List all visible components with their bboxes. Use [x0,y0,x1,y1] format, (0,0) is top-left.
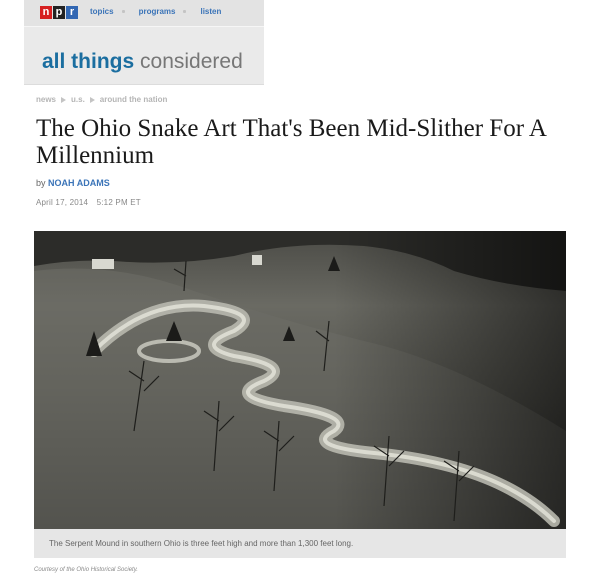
serpent-mound-photo[interactable] [34,231,566,529]
byline-prefix: by [36,178,46,188]
npr-logo-letter-p: p [53,6,65,19]
nav-programs[interactable]: programs [139,7,176,16]
nav-listen[interactable]: listen [200,7,221,16]
publish-date: April 17, 2014 [36,198,89,207]
breadcrumb-arrow-icon [61,96,67,103]
author-link[interactable]: NOAH ADAMS [48,178,110,188]
npr-top-bar: n p r topics programs listen [24,0,264,27]
program-title-bold: all things [42,50,135,73]
dateline: April 17, 2014 5:12 PM ET [36,198,141,207]
publish-time: 5:12 PM ET [96,198,141,207]
top-nav: topics programs listen [90,7,221,16]
breadcrumb-around-the-nation[interactable]: around the nation [100,95,168,104]
breadcrumb-arrow-icon [89,96,95,103]
photo-caption: The Serpent Mound in southern Ohio is th… [34,529,566,558]
breadcrumb-us[interactable]: u.s. [71,95,85,104]
byline: by NOAH ADAMS [36,178,110,188]
breadcrumb: news u.s. around the nation [36,95,167,104]
article-headline: The Ohio Snake Art That's Been Mid-Slith… [36,115,546,169]
nav-separator [121,10,125,13]
npr-logo-letter-n: n [40,6,52,19]
nav-separator [183,10,187,13]
program-title-rest: considered [140,50,243,73]
aerial-landscape-image [34,231,566,529]
masthead: n p r topics programs listen all things … [24,0,264,85]
nav-topics[interactable]: topics [90,7,114,16]
breadcrumb-news[interactable]: news [36,95,56,104]
npr-logo-letter-r: r [66,6,78,19]
photo-credit: Courtesy of the Ohio Historical Society. [34,567,138,573]
program-title[interactable]: all things considered [42,49,243,75]
npr-logo[interactable]: n p r [40,6,78,19]
